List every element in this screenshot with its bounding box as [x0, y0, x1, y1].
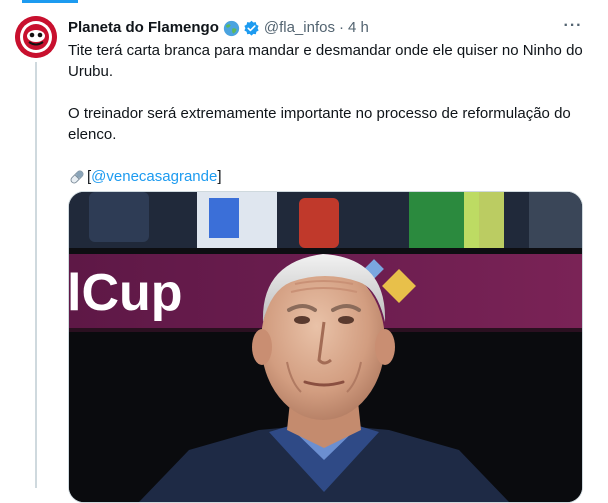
mention-line: [@venecasagrande]: [68, 166, 588, 187]
selected-tab-indicator: [22, 0, 78, 3]
thread-line: [35, 62, 37, 488]
tweet-photo[interactable]: lCup: [68, 191, 583, 503]
user-handle[interactable]: @fla_infos: [264, 18, 335, 38]
tweet-paragraph-2: O treinador será extremamente importante…: [68, 105, 571, 143]
photo-banner-text: lCup: [69, 264, 183, 322]
tweet-text: Tite terá carta branca para mandar e des…: [68, 40, 588, 187]
mention-link[interactable]: @venecasagrande: [91, 166, 217, 187]
verified-badge-icon: [243, 20, 260, 37]
timestamp[interactable]: 4 h: [348, 18, 369, 38]
separator-dot: ·: [338, 19, 344, 36]
display-name[interactable]: Planeta do Flamengo: [68, 18, 219, 38]
more-options-icon[interactable]: ···: [560, 16, 586, 38]
pill-icon: [68, 168, 86, 186]
tweet-header: Planeta do Flamengo @fla_infos · 4 h ···: [68, 17, 592, 39]
bracket-close: ]: [217, 168, 222, 185]
tweet-paragraph-1: Tite terá carta branca para mandar e des…: [68, 42, 583, 80]
flamengo-logo-icon: [15, 16, 57, 58]
avatar[interactable]: [15, 16, 57, 58]
globe-icon: [223, 20, 240, 37]
